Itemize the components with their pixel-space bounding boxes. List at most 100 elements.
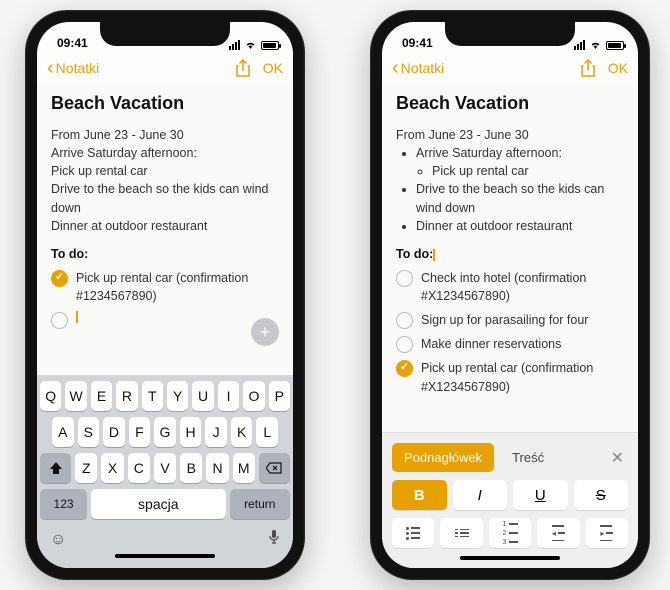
return-key[interactable]: return: [230, 489, 291, 519]
key-i[interactable]: I: [218, 381, 239, 411]
indent-button[interactable]: ▸: [586, 518, 628, 548]
key-u[interactable]: U: [192, 381, 213, 411]
clock: 09:41: [57, 36, 88, 50]
strike-button[interactable]: S: [574, 480, 629, 510]
key-r[interactable]: R: [116, 381, 137, 411]
battery-icon: [606, 41, 624, 50]
key-z[interactable]: Z: [75, 453, 97, 483]
key-a[interactable]: A: [52, 417, 74, 447]
checklist-label: Pick up rental car (confirmation #123456…: [76, 269, 279, 305]
outdent-button[interactable]: ◂: [537, 518, 579, 548]
list-item: Arrive Saturday afternoon: Pick up renta…: [416, 144, 624, 180]
checklist-label: Make dinner reservations: [421, 335, 561, 353]
key-l[interactable]: L: [256, 417, 278, 447]
style-subheading-button[interactable]: Podnagłówek: [392, 443, 494, 472]
dash-list-icon: [455, 529, 469, 538]
screen: 09:41 ‹ Notatki OK Beach Vacation From J…: [382, 22, 638, 568]
key-h[interactable]: H: [180, 417, 202, 447]
key-c[interactable]: C: [128, 453, 150, 483]
checklist-item[interactable]: Make dinner reservations: [396, 335, 624, 353]
back-button[interactable]: ‹ Notatki: [47, 58, 235, 78]
line: Dinner at outdoor restaurant: [51, 217, 279, 235]
checklist-label: Check into hotel (confirmation #X1234567…: [421, 269, 624, 305]
backspace-key[interactable]: [259, 453, 290, 483]
key-k[interactable]: K: [231, 417, 253, 447]
key-b[interactable]: B: [180, 453, 202, 483]
note-title: Beach Vacation: [51, 90, 279, 116]
numbers-key[interactable]: 123: [40, 489, 87, 519]
battery-icon: [261, 41, 279, 50]
style-body-button[interactable]: Treść: [500, 443, 556, 472]
list-item: Drive to the beach so the kids can wind …: [416, 180, 624, 216]
checklist-item[interactable]: Check into hotel (confirmation #X1234567…: [396, 269, 624, 305]
share-icon[interactable]: [235, 59, 251, 77]
key-q[interactable]: Q: [40, 381, 61, 411]
checkbox-icon[interactable]: [396, 336, 413, 353]
clock: 09:41: [402, 36, 433, 50]
dash-list-button[interactable]: [440, 518, 482, 548]
checklist-item[interactable]: Pick up rental car (confirmation #123456…: [51, 269, 279, 305]
underline-button[interactable]: U: [513, 480, 568, 510]
checkbox-checked-icon[interactable]: [396, 360, 413, 377]
plus-icon: +: [260, 322, 271, 342]
checkbox-icon[interactable]: [396, 270, 413, 287]
checklist-item-empty[interactable]: [51, 311, 279, 329]
checklist-item[interactable]: Pick up rental car (confirmation #X12345…: [396, 359, 624, 395]
key-g[interactable]: G: [154, 417, 176, 447]
notch: [445, 22, 575, 46]
key-v[interactable]: V: [154, 453, 176, 483]
todo-heading: To do:: [396, 245, 624, 263]
home-indicator[interactable]: [115, 554, 215, 558]
key-p[interactable]: P: [269, 381, 290, 411]
back-label: Notatki: [401, 60, 445, 76]
format-toolbar: Podnagłówek Treść ✕ B I U S: [382, 432, 638, 568]
share-icon[interactable]: [580, 59, 596, 77]
todo-heading: To do:: [51, 245, 279, 263]
italic-button[interactable]: I: [453, 480, 508, 510]
phone-right: 09:41 ‹ Notatki OK Beach Vacation From J…: [370, 10, 650, 580]
number-list-button[interactable]: 1 2 3: [489, 518, 531, 548]
text-cursor: [76, 311, 78, 323]
shift-key[interactable]: [40, 453, 71, 483]
key-o[interactable]: O: [243, 381, 264, 411]
bullet-list-icon: [406, 527, 420, 540]
signal-icon: [229, 40, 240, 50]
done-button[interactable]: OK: [263, 60, 283, 76]
dictation-key[interactable]: [268, 529, 280, 550]
key-j[interactable]: J: [205, 417, 227, 447]
checkbox-icon[interactable]: [396, 312, 413, 329]
bullet-list: Arrive Saturday afternoon: Pick up renta…: [396, 144, 624, 235]
key-m[interactable]: M: [233, 453, 255, 483]
note-title: Beach Vacation: [396, 90, 624, 116]
key-d[interactable]: D: [103, 417, 125, 447]
checkbox-checked-icon[interactable]: [51, 270, 68, 287]
checkbox-icon[interactable]: [51, 312, 68, 329]
signal-icon: [574, 40, 585, 50]
checklist-item[interactable]: Sign up for parasailing for four: [396, 311, 624, 329]
key-x[interactable]: X: [101, 453, 123, 483]
backspace-icon: [266, 462, 282, 474]
close-format-button[interactable]: ✕: [607, 448, 628, 468]
key-e[interactable]: E: [91, 381, 112, 411]
line: Arrive Saturday afternoon:: [51, 144, 279, 162]
bold-button[interactable]: B: [392, 480, 447, 510]
checklist-label: Sign up for parasailing for four: [421, 311, 588, 329]
line: From June 23 - June 30: [51, 126, 279, 144]
key-n[interactable]: N: [206, 453, 228, 483]
key-t[interactable]: T: [142, 381, 163, 411]
key-w[interactable]: W: [65, 381, 86, 411]
key-s[interactable]: S: [78, 417, 100, 447]
list-item: Pick up rental car: [432, 162, 624, 180]
done-button[interactable]: OK: [608, 60, 628, 76]
chevron-left-icon: ‹: [47, 58, 54, 78]
bullet-list-button[interactable]: [392, 518, 434, 548]
nav-bar: ‹ Notatki OK: [37, 52, 293, 84]
note-body[interactable]: Beach Vacation From June 23 - June 30 Ar…: [382, 84, 638, 432]
space-key[interactable]: spacja: [91, 489, 225, 519]
emoji-key[interactable]: ☺: [50, 531, 66, 549]
home-indicator[interactable]: [460, 556, 560, 560]
add-button[interactable]: +: [251, 318, 279, 346]
key-f[interactable]: F: [129, 417, 151, 447]
key-y[interactable]: Y: [167, 381, 188, 411]
back-button[interactable]: ‹ Notatki: [392, 58, 580, 78]
